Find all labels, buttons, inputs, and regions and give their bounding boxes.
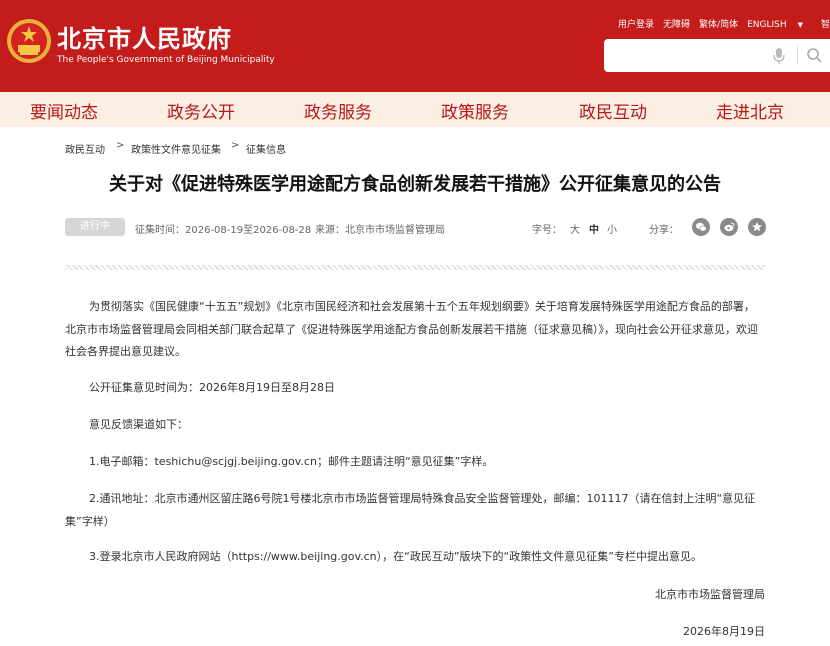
nav-interaction[interactable]: 政民互动 [579,98,647,123]
site-header: 北京市人民政府 The People's Government of Beiji… [0,0,830,92]
article-source: 来源：北京市市场监督管理局 [315,225,445,236]
site-subtitle: The People's Government of Beijing Munic… [57,55,275,65]
nav-gov-services[interactable]: 政务服务 [304,98,372,123]
search-input[interactable] [614,46,768,66]
top-links: 用户登录无障碍繁体/简体 ENGLISH▼ 智能问答 [618,17,830,30]
traditional-simplified-link[interactable]: 繁体/简体 [699,20,738,30]
site-title[interactable]: 北京市人民政府 [57,19,232,54]
font-size-small[interactable]: 小 [607,221,617,236]
title-divider [65,265,765,270]
english-link[interactable]: ENGLISH ▼ [747,20,812,30]
search-icon[interactable] [806,47,822,63]
main-nav: 要闻动态 政务公开 政务服务 政策服务 政民互动 走进北京 [0,92,830,127]
smart-qa-link[interactable]: 智能问答 [821,20,830,30]
chevron-down-icon: ▼ [797,21,804,29]
favorite-star-icon[interactable] [748,218,766,236]
nav-news[interactable]: 要闻动态 [30,98,98,123]
intro-paragraph: 为贯彻落实《国民健康“十五五”规划》《北京市国民经济和社会发展第十五个五年规划纲… [65,300,758,358]
font-size-large[interactable]: 大 [570,221,580,236]
search-divider [797,46,798,65]
website-paragraph: 3.登录北京市人民政府网站（https://www.beijing.gov.cn… [89,550,702,563]
nav-policy-services[interactable]: 政策服务 [441,98,509,123]
microphone-icon[interactable] [772,47,786,65]
page-title: 关于对《促进特殊医学用途配方食品创新发展若干措施》公开征集意见的公告 [109,174,721,195]
nav-gov-affairs[interactable]: 政务公开 [167,98,235,123]
address-paragraph: 2.通讯地址：北京市通州区留庄路6号院1号楼北京市市场监督管理局特殊食品安全监督… [65,492,756,528]
channels-heading: 意见反馈渠道如下： [89,418,188,431]
font-size-medium[interactable]: 中 [589,221,599,236]
publish-date: 2026年8月19日 [683,625,765,638]
share-label: 分享： [649,225,679,236]
nav-about-beijing[interactable]: 走进北京 [716,98,784,123]
collection-period: 征集时间：2026-08-19至2026-08-28 [135,225,312,236]
period-paragraph: 公开征集意见时间为：2026年8月19日至8月28日 [89,381,335,394]
wechat-icon[interactable] [692,218,710,236]
national-emblem-icon[interactable] [6,18,52,64]
signature: 北京市市场监督管理局 [655,588,765,601]
breadcrumb-policy-consultation[interactable]: 政策性文件意见征集 [131,141,221,156]
login-link[interactable]: 用户登录 [618,20,654,30]
email-paragraph: 1.电子邮箱：teshichu@scjgj.beijing.gov.cn；邮件主… [89,455,494,468]
status-badge: 进行中 [65,218,125,236]
font-size-label: 字号： [532,225,562,236]
breadcrumb-collection-info[interactable]: 征集信息 [246,141,286,156]
weibo-icon[interactable] [720,218,738,236]
breadcrumb-separator: > [231,140,240,151]
breadcrumb-interaction[interactable]: 政民互动 [65,141,105,156]
accessibility-link[interactable]: 无障碍 [663,20,690,30]
breadcrumb-separator: > [116,140,125,151]
